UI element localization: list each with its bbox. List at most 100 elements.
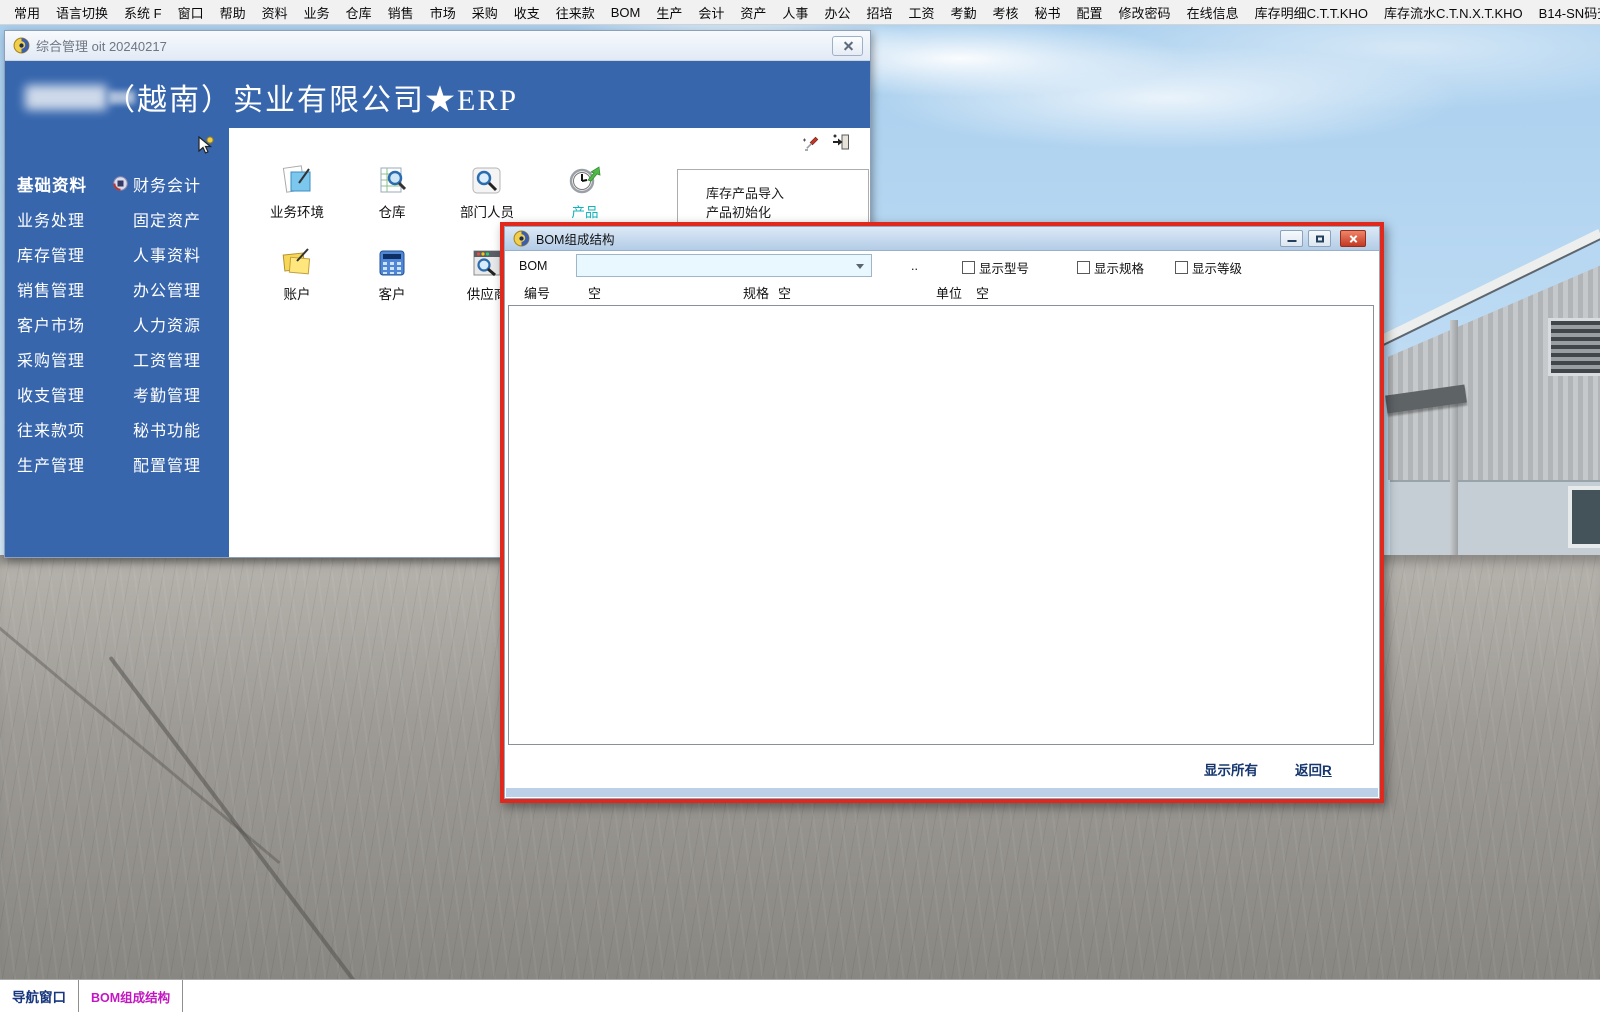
show-all-button[interactable]: 显示所有 [1204, 759, 1258, 779]
dialog-titlebar[interactable]: BOM组成结构 [505, 227, 1379, 251]
checkbox-show-spec[interactable]: 显示规格 [1077, 258, 1144, 277]
sidebar-item-fixed-assets[interactable]: 固定资产 [113, 207, 201, 231]
checkbox-icon[interactable] [962, 261, 975, 274]
masked-company-name [25, 85, 107, 110]
menu-item[interactable]: 业务 [296, 3, 338, 22]
sidebar-item-config-mgmt[interactable]: 配置管理 [113, 452, 201, 476]
desktop-icon-product[interactable]: 产品 [549, 164, 621, 221]
menu-item[interactable]: 市场 [422, 3, 464, 22]
desktop-icon-business-env[interactable]: 业务环境 [261, 164, 333, 221]
bom-list-area[interactable] [508, 305, 1374, 745]
menu-item[interactable]: 修改密码 [1111, 3, 1179, 22]
company-title: （越南）实业有限公司★ERP [105, 75, 518, 119]
main-window-close-icon[interactable] [832, 36, 863, 56]
dept-staff-icon [470, 164, 504, 198]
maximize-icon[interactable] [1308, 230, 1331, 247]
menu-item[interactable]: 语言切换 [48, 3, 116, 22]
menu-item[interactable]: 库存明细C.T.T.KHO [1247, 3, 1376, 22]
sidebar-item-payroll-mgmt[interactable]: 工资管理 [113, 347, 201, 371]
dialog-icon [513, 230, 530, 247]
menu-item[interactable]: 考核 [985, 3, 1027, 22]
sidebar-item-current-accounts[interactable]: 往来款项 [5, 417, 113, 441]
tools-icon[interactable] [801, 134, 821, 154]
menu-item[interactable]: B14-SN码查询 [1531, 3, 1600, 22]
sidebar-item-human-resources[interactable]: 人力资源 [113, 312, 201, 336]
sidebar-item-basic-data[interactable]: 基础资料 [5, 172, 113, 196]
tab-navigation-window[interactable]: 导航窗口 [0, 980, 79, 1012]
module-sidebar: 基础资料 财务会计 业务处理 固定资产 库存管理 人事资料 [5, 128, 229, 557]
sidebar-item-purchase-mgmt[interactable]: 采购管理 [5, 347, 113, 371]
back-button[interactable]: 返回R [1295, 759, 1332, 779]
menu-item[interactable]: 秘书 [1027, 3, 1069, 22]
finance-icon [113, 176, 128, 191]
warehouse-icon [375, 164, 409, 198]
dialog-body: BOM .. 显示型号 显示规格 显示等级 编号 空 规格 空 [505, 251, 1379, 798]
menu-item[interactable]: 系统 F [116, 3, 170, 22]
menu-item[interactable]: 帮助 [212, 3, 254, 22]
app-icon [13, 37, 30, 54]
menu-item[interactable]: 生产 [648, 3, 690, 22]
menu-item[interactable]: 资产 [732, 3, 774, 22]
checkbox-icon[interactable] [1077, 261, 1090, 274]
main-window-title: 综合管理 oit 20240217 [36, 36, 167, 55]
menu-item[interactable]: 常用 [6, 3, 48, 22]
menu-item[interactable]: 采购 [464, 3, 506, 22]
screen: 常用语言切换系统 F窗口帮助资料业务仓库销售市场采购收支往来款BOM生产会计资产… [0, 0, 1600, 1012]
menu-item[interactable]: 在线信息 [1179, 3, 1247, 22]
desktop-icon-account[interactable]: 账户 [261, 246, 333, 303]
menu-item[interactable]: 仓库 [338, 3, 380, 22]
menu-item[interactable]: 配置 [1069, 3, 1111, 22]
menu-item[interactable]: 资料 [254, 3, 296, 22]
building-louver-vent [1548, 318, 1600, 376]
menu-bar: 常用语言切换系统 F窗口帮助资料业务仓库销售市场采购收支往来款BOM生产会计资产… [0, 0, 1600, 25]
sidebar-item-secretary[interactable]: 秘书功能 [113, 417, 201, 441]
menu-item[interactable]: 招培 [858, 3, 900, 22]
sidebar-item-office-mgmt[interactable]: 办公管理 [113, 277, 201, 301]
ground-crack [0, 585, 280, 864]
close-icon[interactable] [1340, 230, 1366, 247]
sidebar-item-attendance-mgmt[interactable]: 考勤管理 [113, 382, 201, 406]
sidebar-item-income-expense[interactable]: 收支管理 [5, 382, 113, 406]
menu-item[interactable]: 考勤 [942, 3, 984, 22]
field-unit-value: 空 [976, 283, 989, 302]
menu-item[interactable]: 收支 [506, 3, 548, 22]
menu-item[interactable]: 销售 [380, 3, 422, 22]
desktop-icon-warehouse[interactable]: 仓库 [356, 164, 428, 221]
browse-dots[interactable]: .. [911, 259, 918, 273]
sidebar-item-business-process[interactable]: 业务处理 [5, 207, 113, 231]
menu-item[interactable]: 往来款 [548, 3, 603, 22]
checkbox-icon[interactable] [1175, 261, 1188, 274]
checkbox-show-grade[interactable]: 显示等级 [1175, 258, 1242, 277]
cursor-icon [195, 135, 217, 155]
checkbox-show-model[interactable]: 显示型号 [962, 258, 1029, 277]
menu-item[interactable]: 人事 [774, 3, 816, 22]
sidebar-item-customer-market[interactable]: 客户市场 [5, 312, 113, 336]
menu-item[interactable]: 会计 [690, 3, 732, 22]
main-window-titlebar[interactable]: 综合管理 oit 20240217 [5, 31, 870, 61]
supplier-icon [470, 246, 504, 280]
bom-select[interactable] [576, 254, 872, 277]
menu-item[interactable]: 办公 [816, 3, 858, 22]
exit-icon[interactable] [831, 132, 851, 152]
panel-item-product-initialize[interactable]: 产品初始化 [706, 203, 868, 222]
menu-item[interactable]: BOM [603, 5, 649, 20]
menu-item[interactable]: 工资 [900, 3, 942, 22]
field-spec-value: 空 [778, 283, 791, 302]
dialog-frame: BOM组成结构 BOM .. 显示型号 显示规格 [504, 226, 1380, 799]
chevron-down-icon [856, 264, 864, 269]
panel-item-stock-product-import[interactable]: 库存产品导入 [706, 184, 868, 203]
building-window [1568, 486, 1600, 548]
sidebar-item-hr-files[interactable]: 人事资料 [113, 242, 201, 266]
minimize-icon[interactable] [1280, 230, 1303, 247]
bom-structure-dialog: BOM组成结构 BOM .. 显示型号 显示规格 [500, 222, 1384, 803]
sidebar-item-production-mgmt[interactable]: 生产管理 [5, 452, 113, 476]
desktop-icon-customer[interactable]: 客户 [356, 246, 428, 303]
desktop-icon-dept-staff[interactable]: 部门人员 [451, 164, 523, 221]
dialog-title: BOM组成结构 [536, 229, 614, 248]
menu-item[interactable]: 窗口 [170, 3, 212, 22]
sidebar-item-sales-mgmt[interactable]: 销售管理 [5, 277, 113, 301]
sidebar-item-inventory-mgmt[interactable]: 库存管理 [5, 242, 113, 266]
sidebar-item-finance-accounting[interactable]: 财务会计 [113, 172, 201, 196]
menu-item[interactable]: 库存流水C.T.N.X.T.KHO [1376, 3, 1531, 22]
tab-bom-structure[interactable]: BOM组成结构 [79, 980, 183, 1012]
